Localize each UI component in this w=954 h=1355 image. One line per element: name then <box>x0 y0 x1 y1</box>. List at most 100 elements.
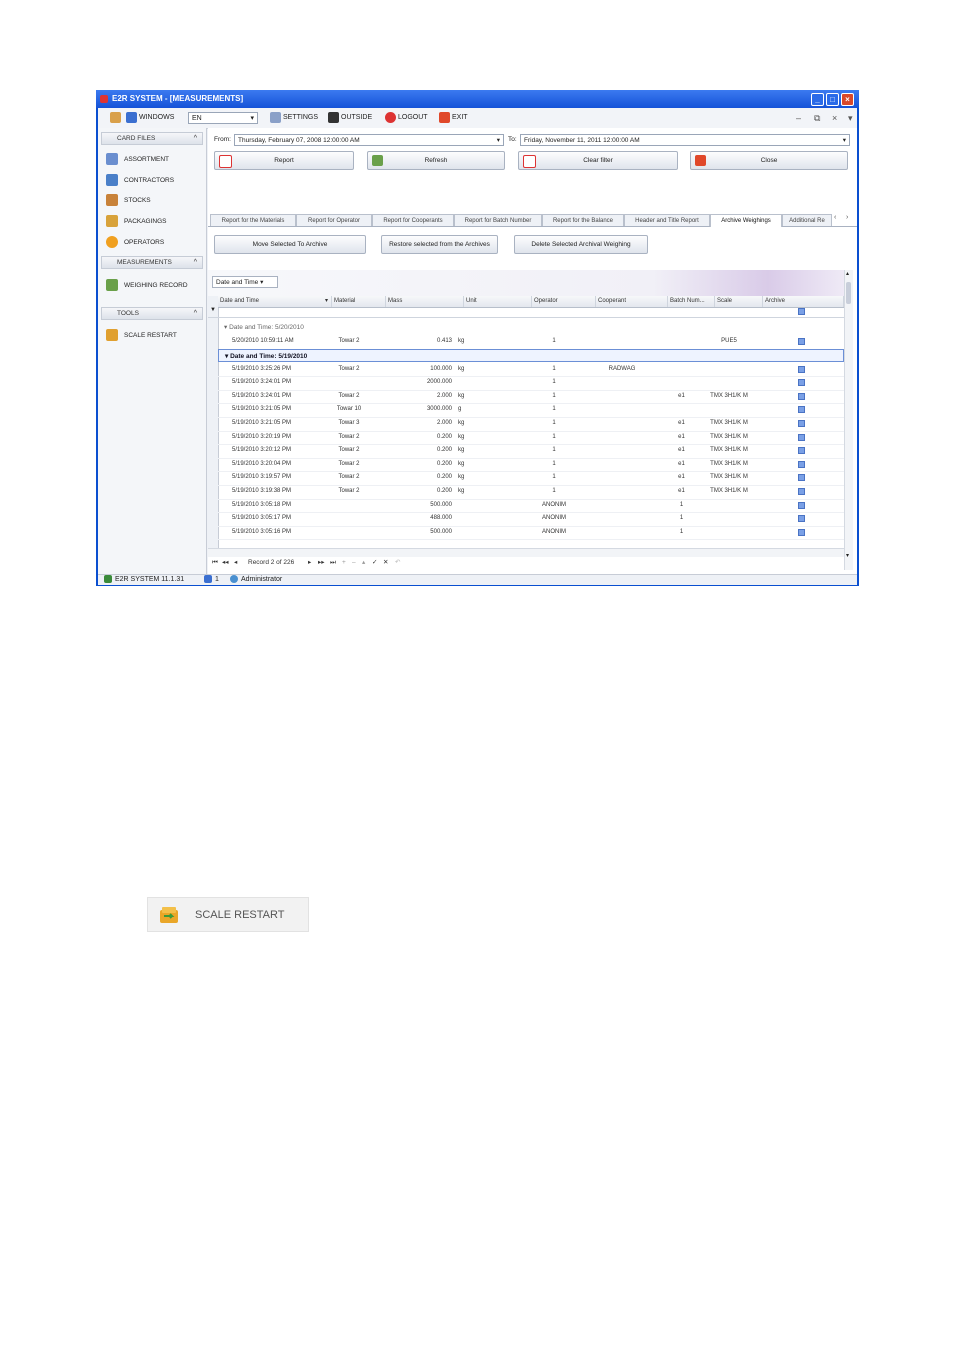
column-header-scale[interactable]: Scale <box>715 296 763 307</box>
sidebar-item-contractors[interactable]: CONTRACTORS <box>106 173 174 189</box>
clear-filter-button[interactable]: Clear filter <box>518 151 678 170</box>
report-button[interactable]: Report <box>214 151 354 170</box>
tab-additional-reports[interactable]: Additional Re <box>782 214 832 226</box>
nav-cancel-edit-button[interactable]: ✕ <box>383 556 388 570</box>
nav-edit-button[interactable]: ▴ <box>362 556 365 570</box>
nav-next-page-button[interactable]: ▸▸ <box>318 556 325 570</box>
column-header-archive[interactable]: Archive <box>763 296 844 307</box>
column-header-mass[interactable]: Mass <box>386 296 464 307</box>
nav-next-button[interactable]: ▸ <box>308 556 311 570</box>
delete-archival-weighing-button[interactable]: Delete Selected Archival Weighing <box>514 235 648 254</box>
menu-settings[interactable]: SETTINGS <box>270 108 318 128</box>
column-header-material[interactable]: Material <box>332 296 386 307</box>
close-window-button[interactable]: × <box>841 93 854 106</box>
tab-archive-weighings[interactable]: Archive Weighings <box>710 214 782 227</box>
table-row[interactable]: 5/19/2010 3:21:05 PM Towar 3 2.000 kg 1 e1 TMX… <box>218 417 844 432</box>
group-row[interactable]: ▾ Date and Time: 5/19/2010 <box>218 348 844 362</box>
nav-prev-page-button[interactable]: ◂◂ <box>222 556 229 570</box>
tab-scroll-left-icon[interactable]: ‹ <box>834 214 836 221</box>
restore-from-archive-button[interactable]: Restore selected from the Archives <box>381 235 498 254</box>
tab-header-title-report[interactable]: Header and Title Report <box>624 214 710 226</box>
archive-filter-checkbox[interactable] <box>798 308 805 315</box>
group-row[interactable]: ▾ Date and Time: 5/20/2010 <box>218 321 844 334</box>
table-row[interactable]: 5/19/2010 3:05:16 PM 500.000 ANONIM 1 <box>218 526 844 541</box>
sidebar-item-weighing-record[interactable]: WEIGHING RECORD <box>106 278 188 294</box>
menu-logout[interactable]: LOGOUT <box>385 108 428 128</box>
table-row[interactable]: 5/19/2010 3:19:57 PM Towar 2 0.200 kg 1 e1 TMX… <box>218 471 844 486</box>
table-row[interactable]: 5/19/2010 3:20:12 PM Towar 2 0.200 kg 1 e1 TMX… <box>218 444 844 459</box>
maximize-button[interactable]: □ <box>826 93 839 106</box>
scroll-up-icon[interactable]: ▴ <box>846 270 849 277</box>
archive-checkbox[interactable] <box>798 528 805 536</box>
sidebar-group-measurements[interactable]: MEASUREMENTS ^ <box>101 256 203 269</box>
archive-checkbox[interactable] <box>798 515 805 523</box>
scroll-down-icon[interactable]: ▾ <box>846 552 849 559</box>
table-row[interactable]: 5/19/2010 3:21:05 PM Towar 10 3000.000 g 1 <box>218 403 844 418</box>
tab-report-operator[interactable]: Report for Operator <box>296 214 372 226</box>
nav-last-button[interactable]: ⏭ <box>330 556 336 570</box>
table-row[interactable]: 5/19/2010 3:20:04 PM Towar 2 0.200 kg 1 e1 TMX… <box>218 458 844 473</box>
table-row[interactable]: 5/19/2010 3:05:17 PM 488.000 ANONIM 1 <box>218 512 844 527</box>
sidebar-group-tools[interactable]: TOOLS ^ <box>101 307 203 320</box>
sidebar-group-card-files[interactable]: CARD FILES ^ <box>101 132 203 145</box>
language-select[interactable]: EN ▾ <box>188 112 258 124</box>
table-row[interactable]: 5/19/2010 3:24:01 PM 2000.000 1 <box>218 376 844 391</box>
menu-windows[interactable]: WINDOWS <box>126 108 174 128</box>
title-bar[interactable]: E2R SYSTEM - [MEASUREMENTS] _ □ × <box>96 90 859 108</box>
nav-refresh-button[interactable]: ↶ <box>395 556 400 570</box>
mdi-close-button[interactable]: × <box>832 108 837 128</box>
column-header-operator[interactable]: Operator <box>532 296 596 307</box>
move-to-archive-button[interactable]: Move Selected To Archive <box>214 235 366 254</box>
column-header-batch-number[interactable]: Batch Num... <box>668 296 715 307</box>
to-date-picker[interactable]: Friday, November 11, 2011 12:00:00 AM ▾ <box>520 134 850 146</box>
archive-checkbox[interactable] <box>798 420 805 427</box>
archive-checkbox[interactable] <box>798 433 805 441</box>
tab-report-balance[interactable]: Report for the Balance <box>542 214 624 226</box>
vertical-scrollbar[interactable]: ▴ ▾ <box>844 270 853 570</box>
table-row[interactable]: 5/19/2010 3:20:19 PM Towar 2 0.200 kg 1 e1 TMX… <box>218 431 844 446</box>
scroll-thumb[interactable] <box>846 282 851 304</box>
group-by-column-chip[interactable]: Date and Time ▾ <box>212 276 278 288</box>
scale-restart-button[interactable]: SCALE RESTART <box>147 897 309 932</box>
table-row[interactable]: 5/19/2010 3:24:01 PM Towar 2 2.000 kg 1 e1 TMX… <box>218 390 844 405</box>
archive-checkbox[interactable] <box>798 338 805 345</box>
table-row[interactable]: 5/19/2010 3:19:38 PM Towar 2 0.200 kg 1 e1 TMX… <box>218 485 844 500</box>
column-header-date-time[interactable]: Date and Time ▾ <box>218 296 332 307</box>
archive-checkbox[interactable] <box>798 392 805 400</box>
table-row[interactable]: 5/19/2010 3:25:26 PM Towar 2 100.000 kg 1 RAD… <box>218 363 844 378</box>
archive-checkbox[interactable] <box>798 406 805 414</box>
sidebar-item-packagings[interactable]: PACKAGINGS <box>106 214 167 230</box>
nav-end-edit-button[interactable]: ✓ <box>372 556 377 570</box>
mdi-restore-button[interactable]: ⧉ <box>814 108 820 128</box>
nav-append-button[interactable]: + <box>342 556 346 570</box>
nav-prev-button[interactable]: ◂ <box>234 556 237 570</box>
archive-checkbox[interactable] <box>798 460 805 468</box>
archive-checkbox[interactable] <box>798 379 805 387</box>
tab-report-materials[interactable]: Report for the Materials <box>210 214 296 226</box>
mdi-minimize-button[interactable]: – <box>796 108 801 128</box>
archive-checkbox[interactable] <box>798 447 805 455</box>
archive-checkbox[interactable] <box>798 488 805 495</box>
sidebar-item-stocks[interactable]: STOCKS <box>106 193 151 209</box>
nav-delete-button[interactable]: – <box>352 556 356 570</box>
nav-first-button[interactable]: ⏮ <box>212 556 218 570</box>
menu-outside[interactable]: OUTSIDE <box>328 108 372 128</box>
sidebar-item-assortment[interactable]: ASSORTMENT <box>106 152 169 168</box>
tab-report-batch-number[interactable]: Report for Batch Number <box>454 214 542 226</box>
refresh-button[interactable]: Refresh <box>367 151 505 170</box>
column-header-cooperant[interactable]: Cooperant <box>596 296 668 307</box>
column-header-unit[interactable]: Unit <box>464 296 532 307</box>
menu-app-icon[interactable] <box>110 108 123 128</box>
table-row[interactable]: 5/20/2010 10:59:11 AM Towar 2 0.413 kg 1 PUE5 <box>218 335 844 350</box>
table-row[interactable]: 5/19/2010 3:05:18 PM 500.000 ANONIM 1 <box>218 499 844 514</box>
menu-exit[interactable]: EXIT <box>439 108 468 128</box>
archive-checkbox[interactable] <box>798 365 805 373</box>
minimize-button[interactable]: _ <box>811 93 824 106</box>
tab-scroll-right-icon[interactable]: › <box>846 214 848 221</box>
tab-report-cooperants[interactable]: Report for Cooperants <box>372 214 454 226</box>
filter-row[interactable]: ▼ <box>208 307 844 318</box>
archive-checkbox[interactable] <box>798 474 805 482</box>
sidebar-item-operators[interactable]: OPERATORS <box>106 235 164 251</box>
mdi-menu-button[interactable]: ▾ <box>848 108 853 128</box>
archive-checkbox[interactable] <box>798 501 805 509</box>
